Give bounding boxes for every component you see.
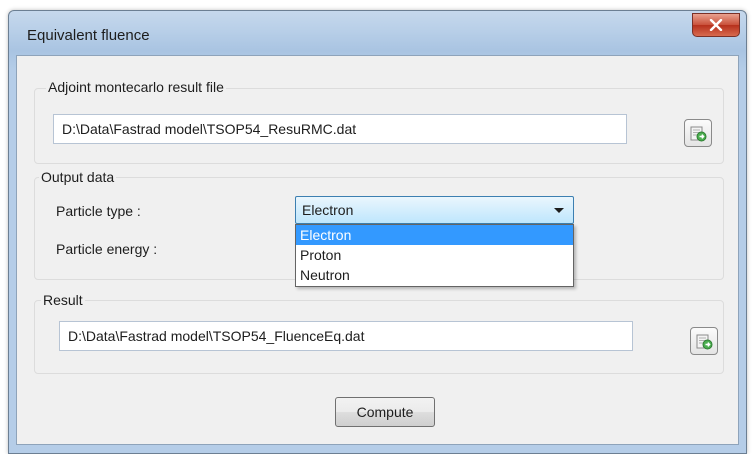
adjoint-group-label: Adjoint montecarlo result file (46, 79, 226, 95)
dialog-body: Adjoint montecarlo result file D:\Data\F… (16, 55, 739, 445)
result-group-label: Result (41, 292, 85, 308)
adjoint-file-input[interactable]: D:\Data\Fastrad model\TSOP54_ResuRMC.dat (53, 114, 627, 144)
particle-type-value: Electron (302, 202, 354, 218)
window-title: Equivalent fluence (27, 27, 150, 44)
particle-type-dropdown: Electron Proton Neutron (295, 224, 574, 287)
particle-energy-label: Particle energy : (56, 241, 158, 257)
close-icon (709, 19, 723, 31)
particle-option-electron[interactable]: Electron (296, 225, 573, 245)
output-group-label: Output data (39, 169, 117, 185)
compute-button[interactable]: Compute (335, 397, 435, 427)
folder-open-icon (696, 334, 713, 350)
chevron-down-icon[interactable] (554, 208, 564, 213)
particle-type-label: Particle type : (56, 203, 141, 219)
equivalent-fluence-dialog: Equivalent fluence Adjoint montecarlo re… (8, 10, 747, 454)
folder-open-icon (690, 126, 707, 142)
particle-option-neutron[interactable]: Neutron (296, 265, 573, 285)
result-file-input[interactable]: D:\Data\Fastrad model\TSOP54_FluenceEq.d… (59, 321, 633, 351)
close-button[interactable] (692, 13, 740, 37)
result-browse-button[interactable] (690, 327, 718, 355)
title-bar[interactable]: Equivalent fluence (9, 11, 746, 55)
particle-option-proton[interactable]: Proton (296, 245, 573, 265)
particle-type-select[interactable]: Electron (295, 196, 574, 224)
adjoint-browse-button[interactable] (684, 119, 712, 147)
